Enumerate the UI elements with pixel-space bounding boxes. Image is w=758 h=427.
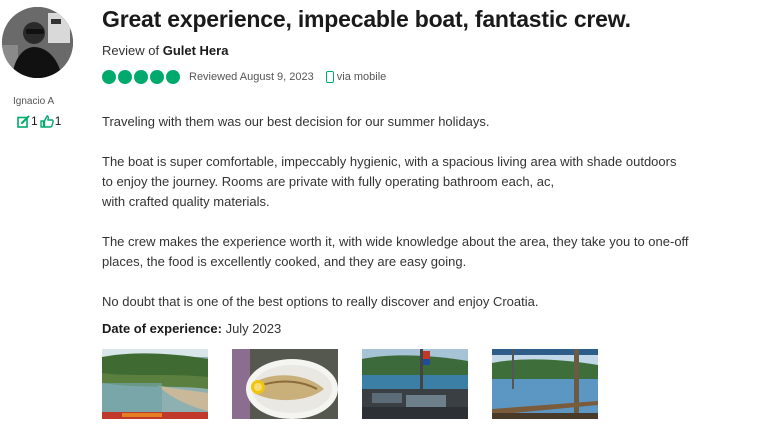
- review-paragraph: The crew makes the experience worth it, …: [102, 232, 752, 272]
- review-line: with crafted quality materials.: [102, 194, 270, 209]
- review-line: No doubt that is one of the best options…: [102, 294, 539, 309]
- date-of-experience: Date of experience: July 2023: [102, 321, 281, 336]
- rating-bubble: [118, 70, 132, 84]
- review-of-prefix: Review of: [102, 43, 160, 58]
- review-line: The crew makes the experience worth it, …: [102, 234, 689, 249]
- source-badge: via mobile: [325, 71, 387, 83]
- thumbs-up-icon: [39, 114, 54, 128]
- review-line: Traveling with them was our best decisio…: [102, 114, 490, 129]
- source-label: via mobile: [336, 71, 387, 83]
- avatar[interactable]: [2, 7, 73, 78]
- bubble-rating: [102, 70, 182, 84]
- review-photo-coast[interactable]: [102, 349, 208, 419]
- rating-bubble: [102, 70, 116, 84]
- review-title[interactable]: Great experience, impecable boat, fantas…: [102, 6, 631, 33]
- contributions-count: 1: [31, 114, 38, 128]
- rating-bubble: [150, 70, 164, 84]
- date-of-experience-label: Date of experience:: [102, 321, 222, 336]
- review-line: The boat is super comfortable, impeccabl…: [102, 154, 677, 169]
- review-paragraph: No doubt that is one of the best options…: [102, 292, 752, 312]
- review-photo-bay-view[interactable]: [492, 349, 598, 419]
- phone-icon: [325, 71, 334, 83]
- rating-bubble: [134, 70, 148, 84]
- reviewer-stats: 1 1: [17, 114, 63, 128]
- review-body: Traveling with them was our best decisio…: [102, 112, 752, 332]
- review-line: places, the food is excellently cooked, …: [102, 254, 467, 269]
- date-of-experience-value: July 2023: [225, 321, 282, 336]
- rating-bubble: [166, 70, 180, 84]
- review-line: to enjoy the journey. Rooms are private …: [102, 174, 555, 189]
- review-of: Review of Gulet Hera: [102, 43, 228, 58]
- reviewed-place-link[interactable]: Gulet Hera: [163, 43, 229, 58]
- review-photo-fish-plate[interactable]: [232, 349, 338, 419]
- review-paragraph: Traveling with them was our best decisio…: [102, 112, 752, 132]
- helpful-votes-count: 1: [54, 114, 62, 128]
- rating-row: Reviewed August 9, 2023 via mobile: [102, 70, 386, 84]
- review-photo-boat-deck[interactable]: [362, 349, 468, 419]
- pencil-square-icon: [17, 115, 30, 128]
- reviewer-name[interactable]: Ignacio A: [13, 96, 54, 107]
- reviewed-date: Reviewed August 9, 2023: [189, 71, 314, 83]
- review-paragraph: The boat is super comfortable, impeccabl…: [102, 152, 752, 212]
